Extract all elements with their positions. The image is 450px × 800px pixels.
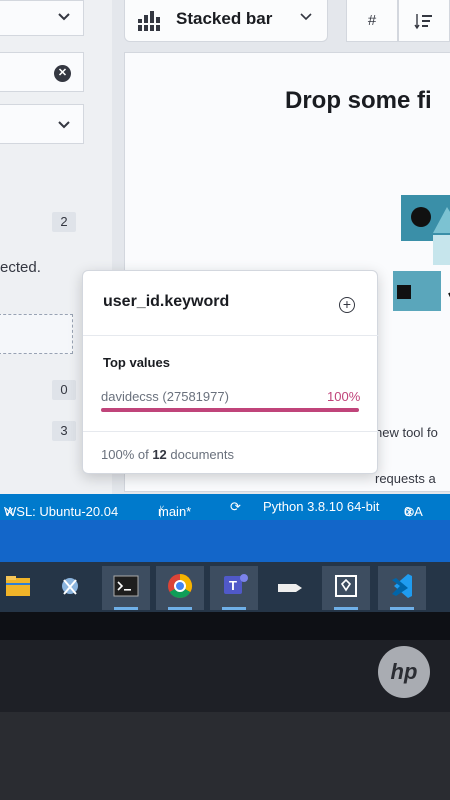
help-text: new tool fo [375,425,438,440]
chart-type-label: Stacked bar [176,9,273,28]
terminal-icon[interactable] [102,566,150,610]
file-explorer-icon[interactable] [0,566,42,610]
divider [83,431,379,432]
screen-edge [0,612,450,640]
top-value-label[interactable]: davidecss (27581977) [101,389,229,404]
count-badge: 2 [52,212,76,232]
top-value-bar [101,408,359,412]
field-dropzone[interactable] [0,314,73,354]
chevron-down-icon [57,9,71,26]
top-value-bar-track [101,408,359,412]
filter-field[interactable]: ✕ [0,52,84,92]
chart-type-dropdown[interactable]: Stacked bar [124,0,328,42]
teams-icon[interactable]: T [210,566,258,610]
active-indicator [222,607,246,610]
snipping-tool-icon[interactable] [46,566,94,610]
active-indicator [114,607,138,610]
status-bar: ⨯ WSL: Ubuntu-20.04 ᚴ main* ⟳ Python 3.8… [0,494,450,520]
sync-icon[interactable]: ⟳ [230,499,241,515]
active-indicator [390,607,414,610]
dropdown-top[interactable] [0,0,84,36]
vscode-icon[interactable] [378,566,426,610]
number-format-button[interactable]: # [346,0,398,42]
chrome-icon[interactable] [156,566,204,610]
unity-icon[interactable] [322,566,370,610]
problems-count: 0 A [404,504,423,519]
sort-list-icon [414,14,434,34]
branch-label: main* [158,504,192,519]
count-badge: 3 [52,421,76,441]
workspace-title: Drop some fi [285,87,432,114]
top-value-percent: 100% [327,389,361,404]
drop-illustration [393,193,450,378]
taskbar: T [0,562,450,612]
dropdown-second[interactable] [0,104,84,144]
hp-logo: hp [378,646,430,698]
documents-summary: 100% of 12 documents [101,447,234,462]
summary-count: 12 [152,447,167,462]
count-badge: 0 [52,380,76,400]
field-details-popover: user_id.keyword + Top values davidecss (… [82,270,379,474]
python-interpreter[interactable]: Python 3.8.10 64-bit [263,499,379,514]
summary-prefix: 100% of [101,447,153,462]
app-icon[interactable] [266,566,314,610]
add-field-button[interactable]: + [339,297,355,313]
divider [83,335,379,336]
active-indicator [168,607,192,610]
summary-suffix: documents [166,447,234,462]
clear-icon[interactable]: ✕ [54,65,71,82]
chevron-down-icon [299,9,313,28]
editor-background [0,520,450,562]
chevron-down-icon [57,117,71,134]
svg-text:T: T [229,578,237,593]
help-text-secondary: requests a [375,471,436,486]
laptop-hinge [0,712,450,800]
selected-text: ected. [0,259,41,276]
remote-label: WSL: Ubuntu-20.04 [4,504,119,519]
field-name: user_id.keyword [103,293,230,310]
active-indicator [334,607,358,610]
screen: ✕ 2 ected. 0 3 Stacked bar # Drop some f… [0,0,450,640]
section-title: Top values [103,355,170,370]
stacked-bar-icon [137,9,165,36]
list-settings-button[interactable] [398,0,450,42]
